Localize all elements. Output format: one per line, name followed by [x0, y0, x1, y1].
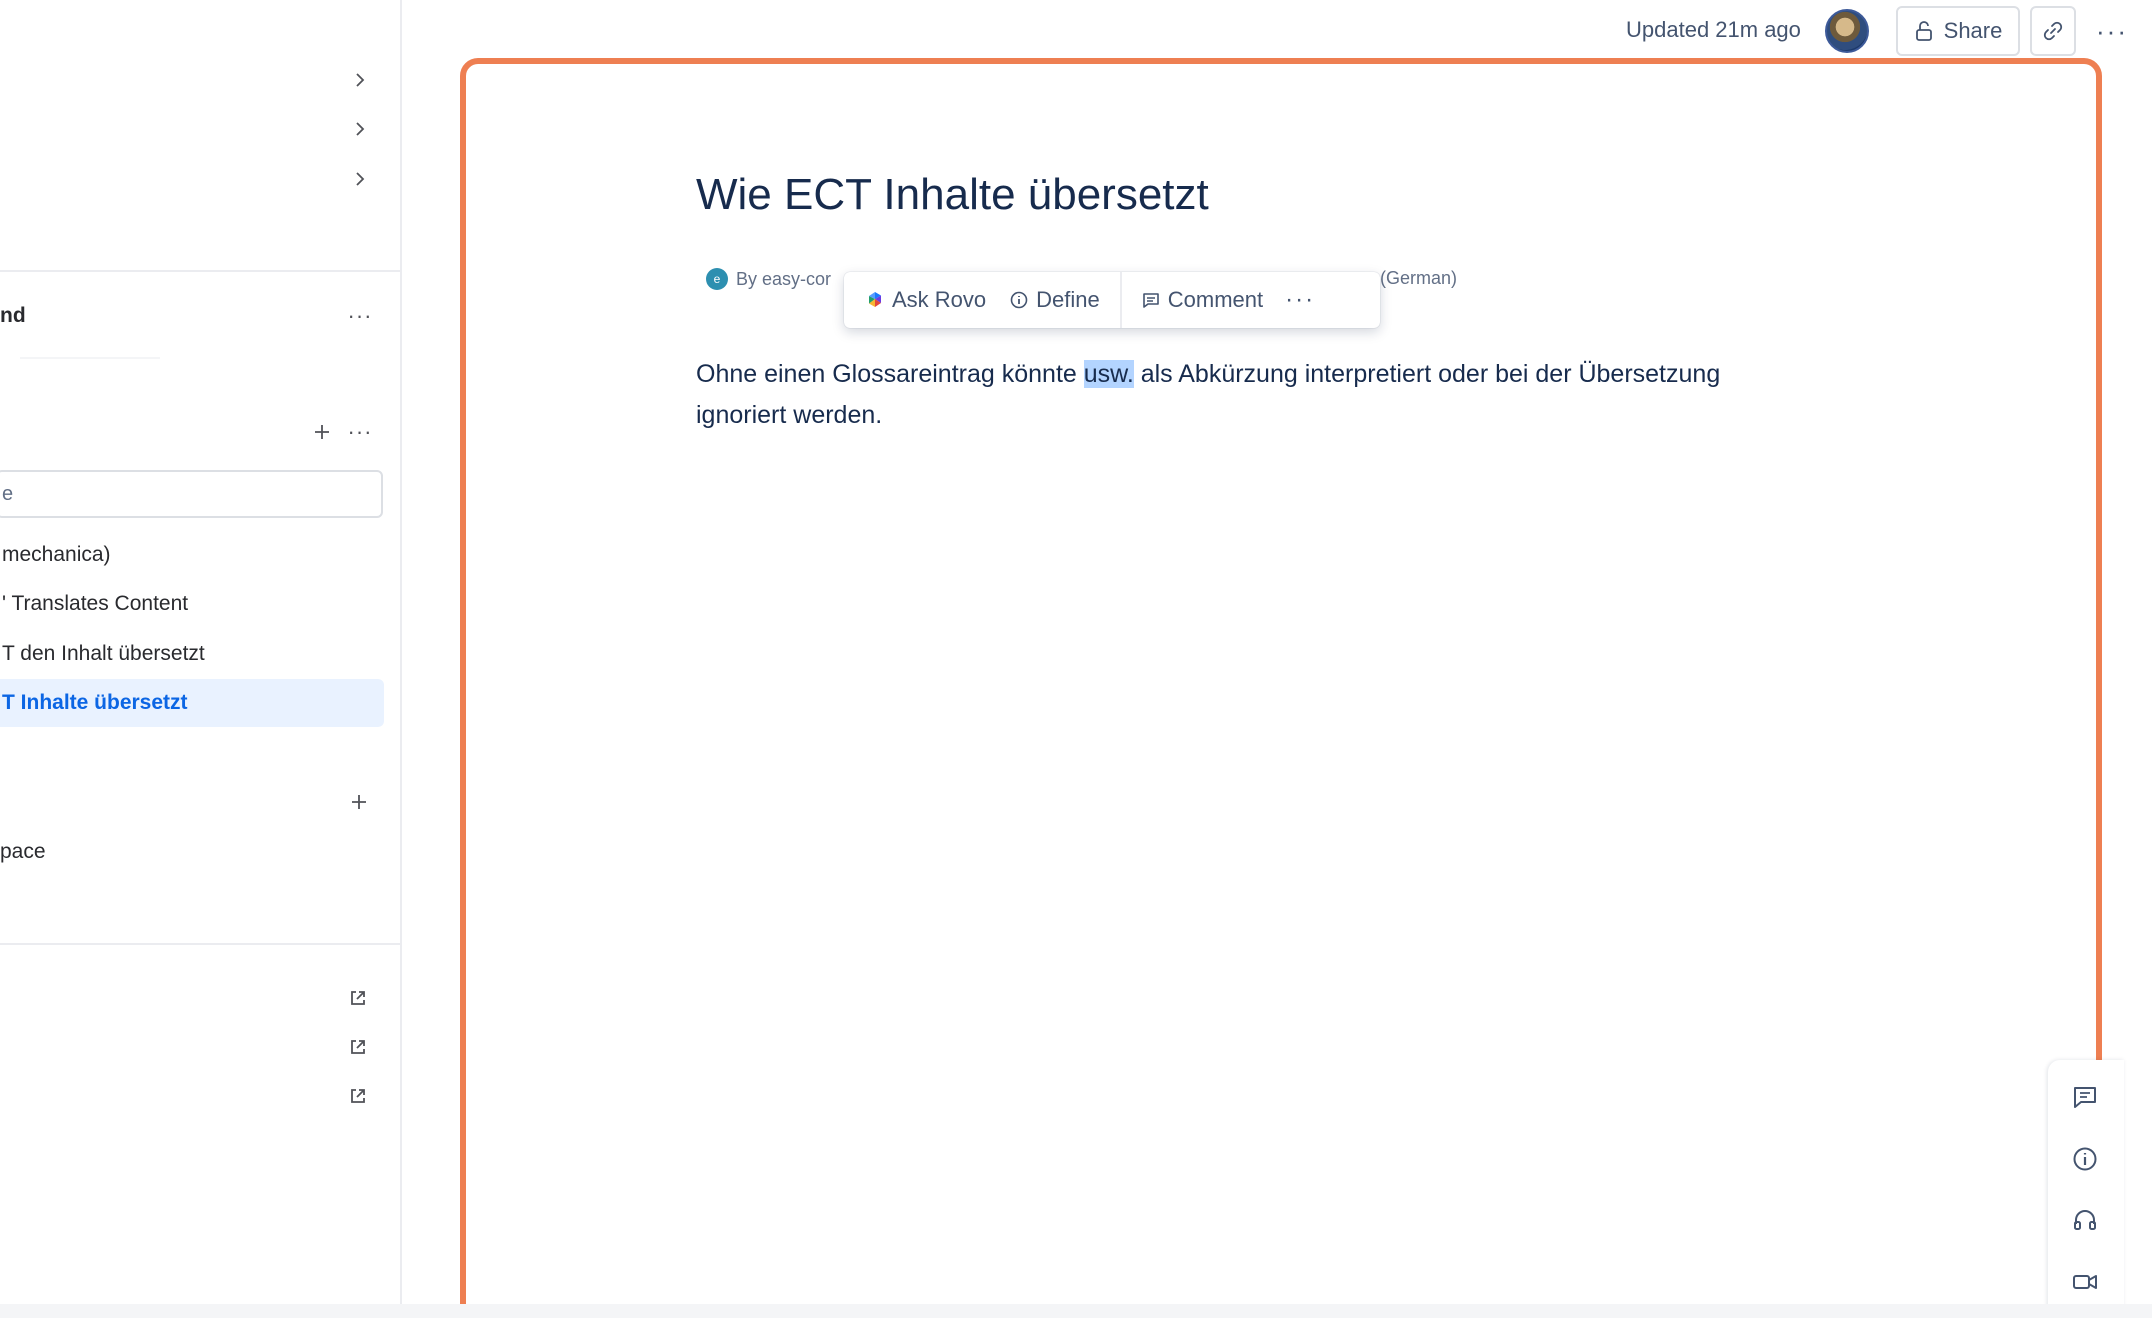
comment-button[interactable]: Comment [1130, 278, 1275, 322]
comments-panel-icon[interactable] [2070, 1082, 2100, 1112]
info-icon[interactable] [2070, 1144, 2100, 1174]
bottom-strip [0, 1304, 2152, 1318]
sidebar-tree-item[interactable]: ' Translates Content [0, 580, 384, 628]
share-label: Share [1943, 18, 2003, 43]
more-options-icon[interactable]: ··· [346, 418, 374, 446]
comment-icon [1142, 293, 1159, 308]
headphones-icon[interactable] [2070, 1205, 2100, 1235]
more-options-icon[interactable]: ··· [346, 302, 374, 330]
toolbar-separator [1119, 272, 1122, 328]
video-icon[interactable] [2070, 1267, 2100, 1297]
sidebar-space-link[interactable]: pace [0, 840, 46, 864]
ask-rovo-label: Ask Rovo [892, 287, 987, 312]
sidebar-tree-item[interactable]: T den Inhalt übersetzt [0, 630, 384, 678]
add-icon[interactable] [345, 788, 373, 816]
share-button[interactable]: Share [1896, 6, 2020, 56]
byline: e By easy-cor [706, 268, 831, 290]
sidebar-divider [0, 270, 400, 272]
page-body-paragraph: Ohne einen Glossareintrag könnte usw. al… [696, 354, 1796, 436]
sidebar-faint-divider [20, 357, 160, 359]
sidebar: nd ··· ··· e mechanica) ' Translates Con… [0, 0, 402, 1304]
ask-rovo-button[interactable]: Ask Rovo [854, 278, 998, 322]
rovo-icon [869, 292, 881, 307]
byline-author[interactable]: By easy-cor [736, 269, 831, 290]
define-button[interactable]: Define [998, 278, 1112, 322]
external-link-icon[interactable] [348, 1037, 370, 1059]
info-icon [1010, 291, 1028, 309]
page-title: Wie ECT Inhalte übersetzt [696, 170, 1209, 219]
copy-link-button[interactable] [2030, 6, 2076, 56]
link-icon [2043, 21, 2063, 41]
define-label: Define [1036, 287, 1100, 312]
more-actions-button[interactable]: ··· [2092, 14, 2132, 48]
unlock-icon [1915, 21, 1932, 41]
comment-label: Comment [1167, 287, 1264, 312]
chevron-right-icon[interactable] [350, 119, 370, 139]
body-text-before: Ohne einen Glossareintrag könnte [696, 360, 1084, 388]
add-icon[interactable] [308, 418, 336, 446]
sidebar-space-name[interactable]: nd [0, 304, 26, 328]
chevron-right-icon[interactable] [350, 70, 370, 90]
sidebar-tree-item-active[interactable]: T Inhalte übersetzt [0, 679, 384, 727]
sidebar-tree-item[interactable]: mechanica) [0, 531, 384, 579]
last-updated-text: Updated 21m ago [1626, 17, 1801, 42]
byline-language: (German) [1380, 268, 1458, 288]
selection-toolbar: Ask Rovo Define Comment ··· [844, 272, 1380, 328]
sidebar-divider [0, 943, 400, 945]
more-options-icon[interactable]: ··· [1275, 286, 1325, 314]
avatar[interactable] [1825, 9, 1869, 53]
external-link-icon[interactable] [348, 988, 370, 1010]
sidebar-search-input[interactable]: e [0, 470, 383, 518]
page-header: Updated 21m ago Share ··· [404, 0, 2152, 60]
side-tools-panel [2048, 1060, 2124, 1318]
chevron-right-icon[interactable] [350, 169, 370, 189]
highlight-frame [460, 58, 2102, 1318]
external-link-icon[interactable] [348, 1086, 370, 1108]
author-avatar-icon[interactable]: e [706, 268, 728, 290]
sidebar-search-placeholder: e [2, 482, 14, 505]
selected-text[interactable]: usw. [1083, 360, 1134, 388]
